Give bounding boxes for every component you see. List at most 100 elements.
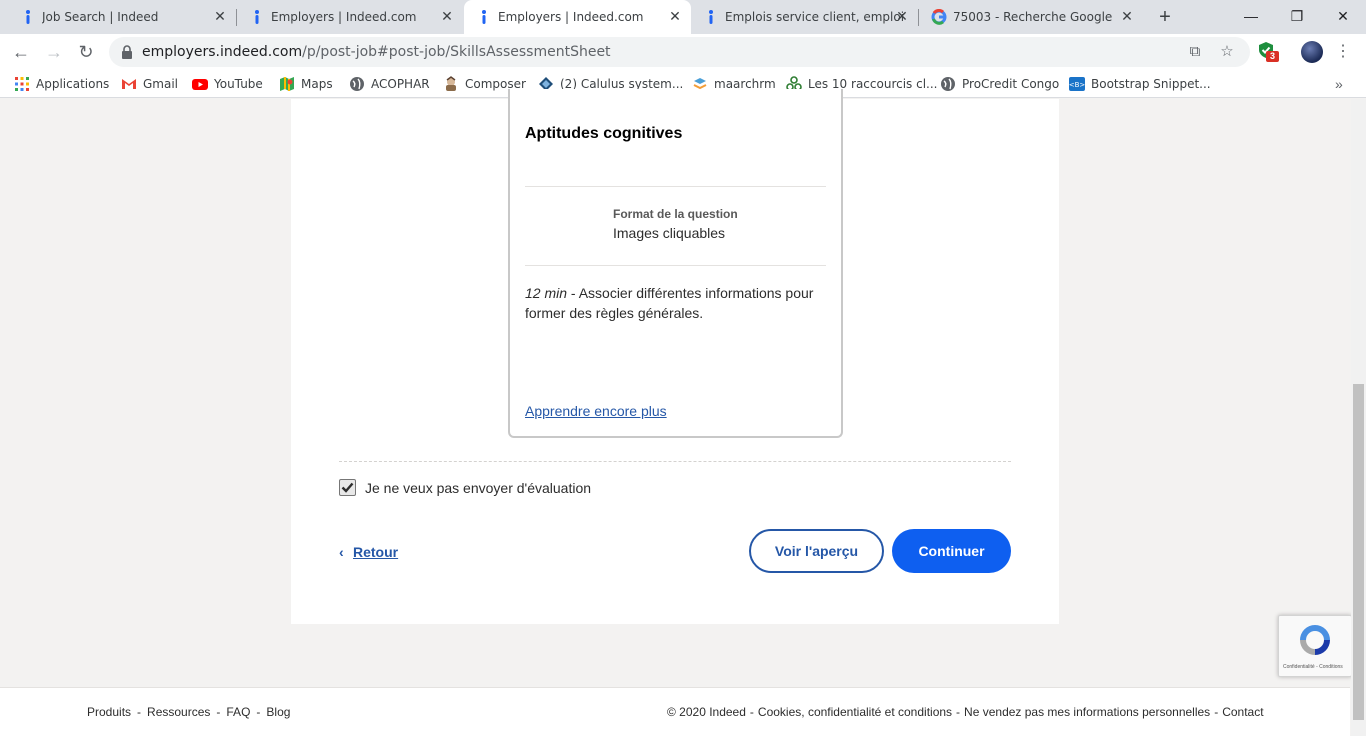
bookmark-label: YouTube xyxy=(214,77,263,91)
back-arrow-icon[interactable]: ← xyxy=(7,38,35,66)
bookmark-maps[interactable]: Maps xyxy=(279,74,333,94)
recaptcha-icon xyxy=(1300,625,1330,655)
tab-title: Employers | Indeed.com xyxy=(271,10,417,24)
bookmark-label: Bootstrap Snippet... xyxy=(1091,77,1211,91)
footer-link-cookies[interactable]: Cookies, confidentialité et conditions xyxy=(758,705,952,719)
footer-legal: © 2020 Indeed - Cookies, confidentialité e… xyxy=(667,705,1264,719)
bookmark-bootstrap[interactable]: <B> Bootstrap Snippet... xyxy=(1069,74,1211,94)
indeed-icon xyxy=(482,10,486,24)
assessment-card: Aptitudes cognitives Format de la questi… xyxy=(508,89,843,438)
divider xyxy=(525,265,826,266)
browser-toolbar: ← → ↻ employers.indeed.com/p/post-job#po… xyxy=(0,34,1366,70)
separator: - xyxy=(1214,705,1219,719)
indeed-icon xyxy=(26,10,30,24)
footer-link-ressources[interactable]: Ressources xyxy=(147,705,210,719)
opt-out-label[interactable]: Je ne veux pas envoyer d'évaluation xyxy=(365,479,591,497)
new-tab-button[interactable]: + xyxy=(1153,5,1177,29)
tab-title: Employers | Indeed.com xyxy=(498,10,644,24)
page-scrollbar[interactable] xyxy=(1351,99,1366,736)
tab-title: Job Search | Indeed xyxy=(42,10,159,24)
tab-emplois[interactable]: Emplois service client, emploi | ✕ xyxy=(691,0,918,34)
tab-title: 75003 - Recherche Google xyxy=(953,10,1113,24)
description-text: - Associer différentes informations pour… xyxy=(525,285,814,321)
url-path: /p/post-job#post-job/SkillsAssessmentShe… xyxy=(302,44,611,60)
url-host: employers.indeed.com xyxy=(142,44,303,60)
star-icon[interactable]: ☆ xyxy=(1218,43,1236,61)
tab-job-search[interactable]: Job Search | Indeed ✕ xyxy=(8,0,236,34)
lock-icon xyxy=(122,45,132,59)
close-window-button[interactable]: ✕ xyxy=(1320,0,1366,32)
format-value: Images cliquables xyxy=(613,225,726,241)
footer-link-faq[interactable]: FAQ xyxy=(226,705,250,719)
page-content: Aptitudes cognitives Format de la questi… xyxy=(0,89,1366,736)
more-menu-icon[interactable]: ⋮ xyxy=(1334,41,1352,63)
bookmark-label: Applications xyxy=(36,77,110,91)
google-icon xyxy=(931,9,947,25)
footer-link-produits[interactable]: Produits xyxy=(87,705,131,719)
minimize-button[interactable]: — xyxy=(1228,0,1274,32)
close-icon[interactable]: ✕ xyxy=(667,9,683,25)
close-icon[interactable]: ✕ xyxy=(212,9,228,25)
maps-icon xyxy=(280,77,294,91)
bookmark-youtube[interactable]: YouTube xyxy=(192,74,263,94)
continue-button[interactable]: Continuer xyxy=(892,529,1011,573)
chevron-left-icon: ‹ xyxy=(339,544,344,560)
youtube-icon xyxy=(192,79,208,90)
translate-icon[interactable]: ⧉ xyxy=(1186,43,1204,61)
bookmark-applications[interactable]: Applications xyxy=(14,74,109,94)
indeed-icon xyxy=(709,10,713,24)
preview-button[interactable]: Voir l'aperçu xyxy=(749,529,884,573)
footer: Produits - Ressources - FAQ - Blog © 2020 Inde… xyxy=(0,687,1350,736)
bookmark-label: Gmail xyxy=(143,77,179,91)
opt-out-checkbox[interactable] xyxy=(339,479,356,496)
bookmarks-overflow-icon[interactable]: » xyxy=(1335,74,1343,94)
svg-text:<B>: <B> xyxy=(1069,81,1085,89)
bookmark-gmail[interactable]: Gmail xyxy=(121,74,178,94)
separator: - xyxy=(749,705,754,719)
copyright: © 2020 Indeed xyxy=(667,705,746,719)
separator: - xyxy=(137,705,142,719)
tab-employers-1[interactable]: Employers | Indeed.com ✕ xyxy=(237,0,463,34)
bookmark-label: ProCredit Congo xyxy=(962,77,1060,91)
recaptcha-text: Confidentialité - Conditions xyxy=(1283,664,1343,670)
checkmark-icon xyxy=(341,482,354,493)
globe-icon xyxy=(941,77,955,91)
tab-employers-active[interactable]: Employers | Indeed.com ✕ xyxy=(464,0,691,34)
close-icon[interactable]: ✕ xyxy=(894,9,910,25)
recaptcha-badge[interactable]: Confidentialité - Conditions xyxy=(1278,615,1352,677)
tab-title: Emplois service client, emploi | xyxy=(725,10,906,24)
bootstrap-icon: <B> xyxy=(1069,77,1085,91)
footer-link-contact[interactable]: Contact xyxy=(1222,705,1263,719)
duration: 12 min xyxy=(525,285,568,301)
bookmark-label: ACOPHAR xyxy=(371,77,430,91)
close-icon[interactable]: ✕ xyxy=(439,9,455,25)
tab-google[interactable]: 75003 - Recherche Google ✕ xyxy=(919,0,1143,34)
extension-badge: 3 xyxy=(1266,51,1279,62)
apps-grid-icon xyxy=(15,77,29,91)
learn-more-link[interactable]: Apprendre encore plus xyxy=(525,403,667,419)
footer-link-do-not-sell[interactable]: Ne vendez pas mes informations personnel… xyxy=(964,705,1210,719)
footer-link-blog[interactable]: Blog xyxy=(266,705,290,719)
separator: - xyxy=(216,705,221,719)
url-text: employers.indeed.com/p/post-job#post-job… xyxy=(142,37,611,67)
divider xyxy=(525,186,826,187)
back-link[interactable]: ‹ Retour xyxy=(339,544,398,560)
browser-tab-strip: Job Search | Indeed ✕ Employers | Indeed… xyxy=(0,0,1366,34)
globe-icon xyxy=(350,77,364,91)
main-panel: Aptitudes cognitives Format de la questi… xyxy=(291,89,1059,624)
footer-links: Produits - Ressources - FAQ - Blog xyxy=(87,705,290,719)
forward-arrow-icon[interactable]: → xyxy=(40,38,68,66)
address-bar[interactable]: employers.indeed.com/p/post-job#post-job… xyxy=(109,37,1250,67)
close-icon[interactable]: ✕ xyxy=(1119,9,1135,25)
scrollbar-thumb[interactable] xyxy=(1353,384,1364,720)
bookmark-procredit[interactable]: ProCredit Congo xyxy=(940,74,1059,94)
avatar[interactable] xyxy=(1301,41,1323,63)
reload-icon[interactable]: ↻ xyxy=(72,38,100,66)
bookmark-label: Maps xyxy=(301,77,333,91)
restore-button[interactable]: ❐ xyxy=(1274,0,1320,32)
card-title: Aptitudes cognitives xyxy=(525,125,683,142)
extension-shield-icon[interactable]: 3 xyxy=(1257,41,1279,63)
back-label: Retour xyxy=(353,544,399,560)
format-label: Format de la question xyxy=(613,207,738,221)
bookmark-acophar[interactable]: ACOPHAR xyxy=(349,74,430,94)
